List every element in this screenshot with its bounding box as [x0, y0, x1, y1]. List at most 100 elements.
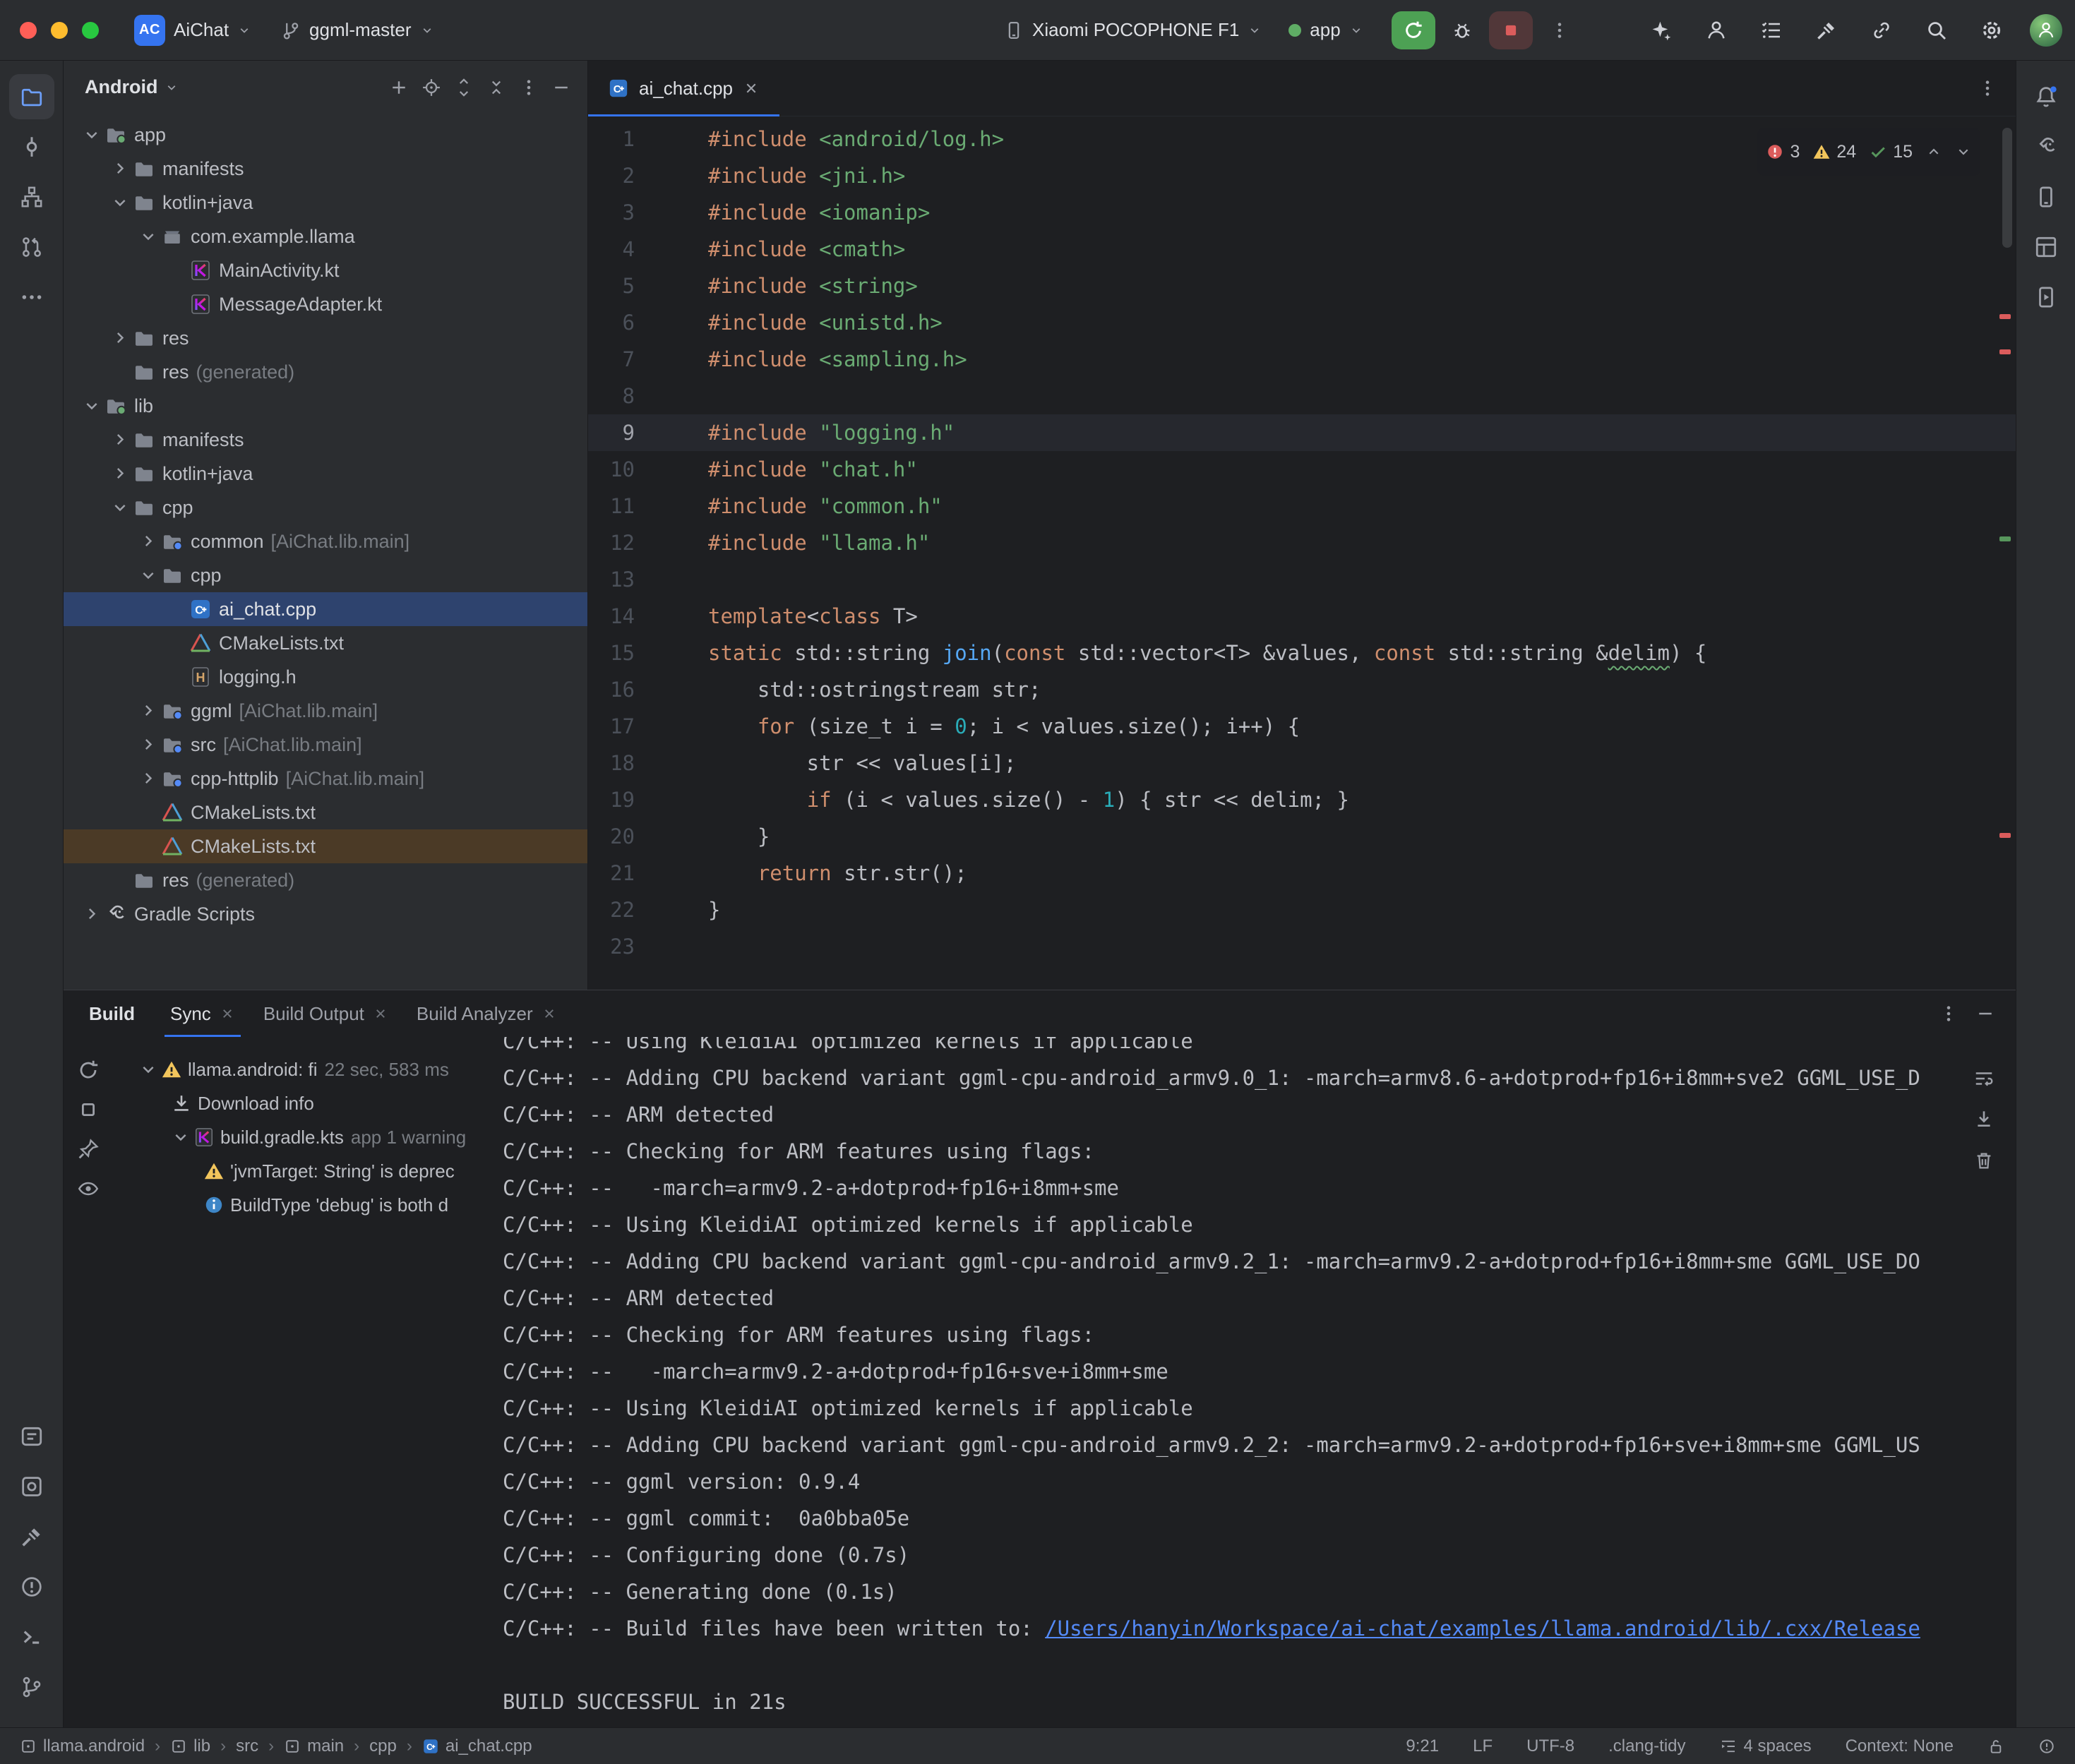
line-number[interactable]: 9	[588, 414, 666, 451]
project-tree-item[interactable]: kotlin+java	[64, 186, 587, 220]
next-issue-button[interactable]	[1955, 143, 1972, 160]
pull-requests-button[interactable]	[9, 224, 54, 270]
status-item[interactable]	[2038, 1738, 2055, 1755]
minimize-window-button[interactable]	[51, 22, 68, 39]
stripe-mark[interactable]	[1999, 349, 2011, 354]
tab-ai-chat-cpp[interactable]: C ai_chat.cpp	[588, 61, 779, 116]
stop-gray-button[interactable]	[75, 1096, 102, 1123]
project-tree-item[interactable]: lib	[64, 389, 587, 423]
line-number[interactable]: 4	[588, 231, 666, 268]
unfold-button[interactable]	[449, 73, 479, 102]
line-number[interactable]: 16	[588, 671, 666, 708]
line-number[interactable]: 19	[588, 781, 666, 818]
project-tree-item[interactable]: Hlogging.h	[64, 660, 587, 694]
line-number[interactable]: 10	[588, 451, 666, 488]
project-tree-item[interactable]: cpp	[64, 491, 587, 524]
link-button[interactable]	[1865, 13, 1898, 47]
clear-button[interactable]	[1972, 1148, 1996, 1172]
chevron-right-icon[interactable]	[109, 327, 131, 349]
stripe-mark[interactable]	[1999, 314, 2011, 319]
zoom-window-button[interactable]	[82, 22, 99, 39]
code-line[interactable]: 22}	[588, 892, 2016, 928]
running-devices-button[interactable]	[2023, 275, 2069, 320]
project-tree-item[interactable]: app	[64, 118, 587, 152]
code-line[interactable]: 13	[588, 561, 2016, 598]
chevron-down-icon[interactable]	[80, 124, 103, 146]
scroll-end-button[interactable]	[1972, 1108, 1996, 1132]
project-tree-item[interactable]: CMakeLists.txt	[64, 829, 587, 863]
code-line[interactable]: 6#include <unistd.h>	[588, 304, 2016, 341]
softwrap-button[interactable]	[1972, 1067, 1996, 1091]
passed-count[interactable]: 15	[1869, 133, 1913, 170]
breadcrumb-item[interactable]: Cai_chat.cpp	[422, 1736, 532, 1756]
project-tree-item[interactable]: Gradle Scripts	[64, 897, 587, 931]
build-options-button[interactable]	[1934, 999, 1963, 1028]
close-tab-icon[interactable]	[220, 1006, 235, 1021]
chevron-right-icon[interactable]	[137, 700, 160, 722]
line-number[interactable]: 8	[588, 378, 666, 414]
project-folder-button[interactable]	[9, 74, 54, 119]
code-line[interactable]: 11#include "common.h"	[588, 488, 2016, 524]
todo-button[interactable]	[1754, 13, 1788, 47]
line-number[interactable]: 17	[588, 708, 666, 745]
project-view-selector[interactable]: Android	[85, 76, 179, 98]
version-control-button[interactable]	[9, 1664, 54, 1710]
project-tree-item[interactable]: CMakeLists.txt	[64, 626, 587, 660]
status-item[interactable]: Context: None	[1846, 1736, 1954, 1756]
profile-avatar[interactable]	[2030, 14, 2062, 47]
eye-button[interactable]	[75, 1175, 102, 1202]
chevron-right-icon[interactable]	[109, 157, 131, 180]
breadcrumb-item[interactable]: main	[284, 1736, 344, 1756]
line-number[interactable]: 21	[588, 855, 666, 892]
close-tab-icon[interactable]	[373, 1006, 388, 1021]
project-selector[interactable]: AC AiChat	[124, 11, 261, 50]
chevron-right-icon[interactable]	[137, 767, 160, 790]
previous-issue-button[interactable]	[1925, 143, 1942, 160]
chevron-down-icon[interactable]	[137, 1058, 160, 1081]
code-line[interactable]: 12#include "llama.h"	[588, 524, 2016, 561]
code-line[interactable]: 15static std::string join(const std::vec…	[588, 635, 2016, 671]
structure-button[interactable]	[9, 174, 54, 220]
logcat-button[interactable]	[9, 1414, 54, 1459]
code-line[interactable]: 9#include "logging.h"	[588, 414, 2016, 451]
breadcrumb-item[interactable]: cpp	[369, 1736, 397, 1756]
status-item[interactable]: LF	[1473, 1736, 1493, 1756]
line-number[interactable]: 20	[588, 818, 666, 855]
build-tree-item[interactable]: Download info	[113, 1086, 503, 1120]
line-number[interactable]: 2	[588, 157, 666, 194]
close-window-button[interactable]	[20, 22, 37, 39]
code-line[interactable]: 18 str << values[i];	[588, 745, 2016, 781]
stripe-mark[interactable]	[1999, 536, 2011, 541]
line-number[interactable]: 5	[588, 268, 666, 304]
line-number[interactable]: 18	[588, 745, 666, 781]
layout-inspector-button[interactable]	[2023, 224, 2069, 270]
line-number[interactable]: 13	[588, 561, 666, 598]
line-number[interactable]: 14	[588, 598, 666, 635]
terminal-button[interactable]	[9, 1614, 54, 1660]
code-line[interactable]: 14template<class T>	[588, 598, 2016, 635]
chevron-down-icon[interactable]	[137, 564, 160, 587]
chevron-right-icon[interactable]	[80, 903, 103, 925]
build-tree-item[interactable]: llama.android: fi22 sec, 583 ms	[113, 1052, 503, 1086]
line-number[interactable]: 7	[588, 341, 666, 378]
chevron-down-icon[interactable]	[109, 191, 131, 214]
line-number[interactable]: 1	[588, 121, 666, 157]
code-line[interactable]: 16 std::ostringstream str;	[588, 671, 2016, 708]
line-number[interactable]: 12	[588, 524, 666, 561]
build-button[interactable]	[9, 1514, 54, 1559]
search-button[interactable]	[1920, 13, 1954, 47]
project-tree-item[interactable]: cpp-httplib[AiChat.lib.main]	[64, 762, 587, 796]
app-inspection-button[interactable]	[9, 1464, 54, 1509]
code-line[interactable]: 19 if (i < values.size() - 1) { str << d…	[588, 781, 2016, 818]
chevron-right-icon[interactable]	[137, 733, 160, 756]
close-tab-icon[interactable]	[743, 80, 760, 97]
project-tree-item[interactable]: CMakeLists.txt	[64, 796, 587, 829]
editor-scrollbar[interactable]	[2002, 128, 2012, 248]
build-tree-item[interactable]: BuildType 'debug' is both d	[113, 1188, 503, 1222]
project-tree-item[interactable]: cpp	[64, 558, 587, 592]
project-tree-item[interactable]: res(generated)	[64, 863, 587, 897]
tab-options-icon[interactable]	[1978, 78, 1997, 98]
build-tab-sync[interactable]: Sync	[156, 990, 249, 1037]
chevron-down-icon[interactable]	[137, 225, 160, 248]
commit-button[interactable]	[9, 124, 54, 169]
